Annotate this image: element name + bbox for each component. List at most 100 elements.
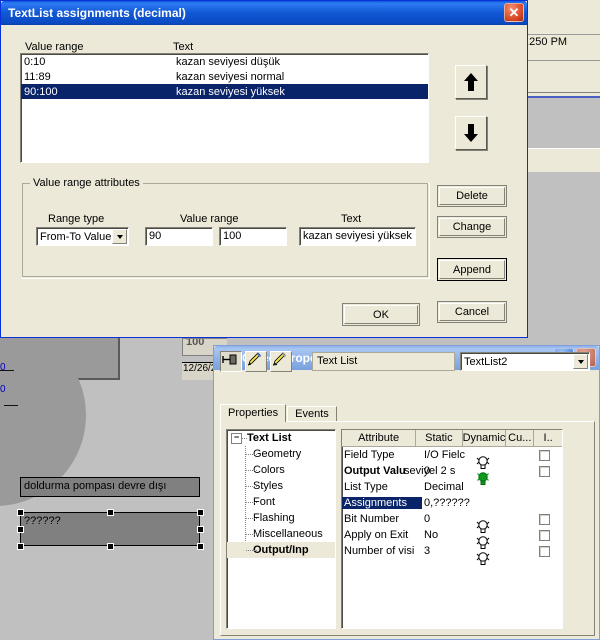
tree-node-styles[interactable]: Styles bbox=[227, 478, 335, 494]
tab-events[interactable]: Events bbox=[287, 406, 337, 422]
textlist-assignments-dialog: TextList assignments (decimal) ✕ Value r… bbox=[0, 0, 528, 338]
column-header-text: Text bbox=[173, 41, 194, 53]
cancel-side-button[interactable]: Cancel bbox=[437, 301, 507, 323]
tree-node-miscellaneous[interactable]: Miscellaneous bbox=[227, 526, 335, 542]
property-tree[interactable]: − Text List Geometry Colors Styles Font … bbox=[226, 429, 336, 629]
list-item[interactable]: 0:10 kazan seviyesi düşük bbox=[21, 54, 428, 69]
row-static[interactable]: 0,?????? bbox=[422, 497, 492, 509]
list-item-range: 11:89 bbox=[24, 70, 51, 83]
tree-node-flashing[interactable]: Flashing bbox=[227, 510, 335, 526]
object-properties-window: Object Properties ? ✕ Text List TextList… bbox=[213, 345, 600, 640]
tree-node-output-input-label: Output/Inp bbox=[253, 544, 309, 556]
textlist-dialog-titlebar[interactable]: TextList assignments (decimal) ✕ bbox=[1, 1, 527, 25]
canvas-text-selected[interactable]: ?????? bbox=[20, 512, 200, 546]
tree-node-colors[interactable]: Colors bbox=[227, 462, 335, 478]
lightbulb-off-icon bbox=[476, 552, 490, 565]
table-row[interactable]: Number of visi 3 bbox=[342, 543, 562, 565]
row-attribute: Assignments bbox=[342, 497, 422, 509]
row-checkbox[interactable] bbox=[539, 546, 550, 557]
list-item-text: kazan seviyesi normal bbox=[176, 70, 285, 83]
grid-header-i[interactable]: I.. bbox=[534, 430, 562, 447]
tab-properties[interactable]: Properties bbox=[220, 404, 287, 422]
row-checkbox[interactable] bbox=[539, 514, 550, 525]
text-label: Text bbox=[341, 213, 362, 225]
resize-handle-s[interactable] bbox=[107, 543, 114, 550]
ok-button[interactable]: OK bbox=[342, 303, 420, 326]
grid-header-static[interactable]: Static bbox=[416, 430, 463, 447]
range-type-combo[interactable]: From-To Value bbox=[36, 227, 129, 246]
object-properties-toolbar bbox=[214, 370, 599, 400]
table-row[interactable]: Bit Number 0 bbox=[342, 511, 562, 533]
paintbrush-icon-2[interactable] bbox=[270, 351, 292, 372]
list-item[interactable]: 11:89 kazan seviyesi normal bbox=[21, 69, 428, 84]
row-attribute: Bit Number bbox=[344, 513, 400, 525]
row-checkbox[interactable] bbox=[539, 450, 550, 461]
grid-header-cu[interactable]: Cu... bbox=[506, 430, 535, 447]
list-item-selected[interactable]: 90:100 kazan seviyesi yüksek bbox=[21, 84, 428, 99]
value-range-label: Value range bbox=[180, 213, 239, 225]
row-static[interactable]: No bbox=[422, 529, 472, 541]
resize-handle-n[interactable] bbox=[107, 509, 114, 516]
chevron-down-icon[interactable] bbox=[573, 354, 588, 369]
grid-header-attribute[interactable]: Attribute bbox=[342, 430, 417, 447]
table-row[interactable]: Field Type I/O Fielc bbox=[342, 447, 562, 469]
table-row[interactable]: Apply on Exit No bbox=[342, 527, 562, 549]
delete-button[interactable]: Delete bbox=[437, 185, 507, 207]
arrow-up-icon bbox=[464, 73, 478, 91]
paintbrush-icon-1[interactable] bbox=[245, 351, 267, 372]
row-checkbox[interactable] bbox=[539, 466, 550, 477]
text-input[interactable]: kazan seviyesi yüksek bbox=[299, 227, 416, 246]
table-row-selected[interactable]: Assignments 0,?????? bbox=[342, 495, 562, 511]
gauge-tick bbox=[4, 405, 18, 406]
assignments-listbox[interactable]: 0:10 kazan seviyesi düşük 11:89 kazan se… bbox=[20, 53, 429, 163]
range-type-label: Range type bbox=[48, 213, 105, 225]
close-icon[interactable]: ✕ bbox=[504, 3, 524, 22]
move-down-button[interactable] bbox=[455, 116, 487, 150]
grid-header-dynamic[interactable]: Dynamic bbox=[462, 430, 507, 447]
row-static[interactable]: Decimal bbox=[422, 481, 472, 493]
textlist-dialog-title: TextList assignments (decimal) bbox=[8, 6, 186, 20]
row-static[interactable]: 0 bbox=[422, 513, 472, 525]
group-title: Value range attributes bbox=[30, 177, 143, 189]
scale-widget-value: 100 bbox=[186, 338, 205, 348]
delete-button-label: Delete bbox=[456, 190, 488, 202]
tree-node-flashing-label: Flashing bbox=[253, 512, 295, 524]
resize-handle-w[interactable] bbox=[17, 526, 24, 533]
value-to-input[interactable]: 100 bbox=[219, 227, 287, 246]
value-from-input[interactable]: 90 bbox=[145, 227, 213, 246]
row-static[interactable]: 3 bbox=[422, 545, 472, 557]
row-checkbox[interactable] bbox=[539, 530, 550, 541]
attributes-grid[interactable]: Attribute Static Dynamic Cu... I.. Field… bbox=[341, 429, 563, 629]
resize-handle-ne[interactable] bbox=[197, 509, 204, 516]
list-item-range: 90:100 bbox=[24, 85, 58, 98]
table-row[interactable]: Output Valu 0 seviyel 2 s bbox=[342, 463, 562, 485]
pin-icon[interactable] bbox=[220, 351, 242, 372]
row-attribute: Field Type bbox=[344, 449, 395, 461]
resize-handle-sw[interactable] bbox=[17, 543, 24, 550]
gauge-number-0: 0 bbox=[0, 362, 6, 373]
tree-node-root[interactable]: − Text List bbox=[227, 430, 335, 446]
tree-node-geometry[interactable]: Geometry bbox=[227, 446, 335, 462]
canvas-text-pump[interactable]: doldurma pompası devre dışı bbox=[20, 477, 200, 497]
resize-handle-se[interactable] bbox=[197, 543, 204, 550]
object-name-combo[interactable]: TextList2 bbox=[460, 352, 590, 371]
chevron-down-icon[interactable] bbox=[112, 229, 127, 244]
row-static[interactable]: I/O Fielc bbox=[422, 449, 472, 461]
row-attribute: Number of visi bbox=[344, 545, 415, 557]
table-row[interactable]: List Type Decimal bbox=[342, 479, 562, 495]
list-item-text: kazan seviyesi düşük bbox=[176, 55, 280, 68]
tree-node-geometry-label: Geometry bbox=[253, 448, 302, 460]
grid-header-row: Attribute Static Dynamic Cu... I.. bbox=[342, 430, 562, 447]
resize-handle-e[interactable] bbox=[197, 526, 204, 533]
row-attribute: Apply on Exit bbox=[344, 529, 409, 541]
range-type-value: From-To Value bbox=[40, 230, 112, 243]
row-dynamic-text: seviyel 2 s bbox=[404, 465, 456, 477]
move-up-button[interactable] bbox=[455, 65, 487, 99]
change-button[interactable]: Change bbox=[437, 216, 507, 238]
ok-button-label: OK bbox=[373, 308, 389, 321]
collapse-icon[interactable]: − bbox=[231, 433, 242, 444]
tree-node-font[interactable]: Font bbox=[227, 494, 335, 510]
resize-handle-nw[interactable] bbox=[17, 509, 24, 516]
append-button[interactable]: Append bbox=[437, 258, 507, 281]
tree-node-output-input[interactable]: Output/Inp bbox=[227, 542, 335, 558]
